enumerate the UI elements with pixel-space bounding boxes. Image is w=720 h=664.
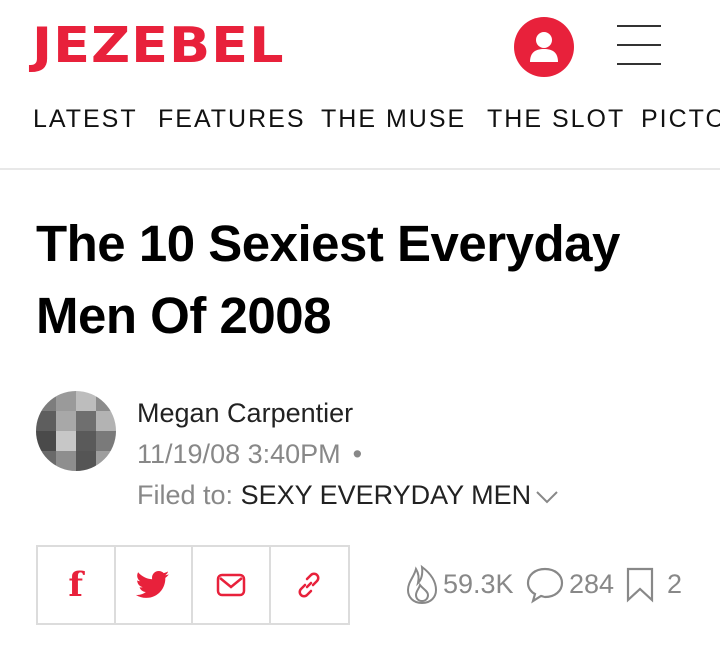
filed-tag-link[interactable]: SEXY EVERYDAY MEN: [241, 480, 532, 510]
nav-item-the-muse[interactable]: THE MUSE: [321, 104, 466, 134]
nav-item-features[interactable]: FEATURES: [158, 104, 306, 134]
article-title: The 10 Sexiest Everyday Men Of 2008: [36, 215, 620, 344]
menu-button[interactable]: [617, 25, 661, 69]
twitter-icon: [136, 571, 170, 598]
publish-datetime[interactable]: 11/19/08 3:40PM: [137, 439, 341, 469]
views-stat: 59.3K: [405, 562, 514, 606]
share-email-button[interactable]: [193, 547, 271, 623]
chevron-down-icon[interactable]: [535, 490, 559, 504]
hamburger-icon: [617, 25, 661, 27]
email-icon: [216, 573, 245, 597]
nav-item-the-slot[interactable]: THE SLOT: [487, 104, 625, 134]
avatar[interactable]: [36, 391, 116, 471]
saves-count: 2: [667, 568, 683, 599]
flame-icon: [406, 564, 438, 605]
comments-stat[interactable]: 284: [525, 562, 614, 606]
nav-item-picto[interactable]: PICTO: [641, 104, 720, 134]
site-logo[interactable]: JEZEBEL: [32, 10, 284, 82]
author-name[interactable]: Megan Carpentier: [137, 396, 353, 430]
link-icon: [298, 572, 320, 598]
account-button[interactable]: [514, 17, 574, 77]
views-count: 59.3K: [443, 568, 514, 599]
user-icon: [530, 32, 558, 62]
copy-link-button[interactable]: [271, 547, 348, 623]
share-bar: f: [36, 545, 350, 625]
saves-stat[interactable]: 2: [625, 562, 682, 606]
share-twitter-button[interactable]: [116, 547, 193, 623]
comment-icon: [526, 567, 564, 604]
comments-count: 284: [569, 568, 615, 599]
filed-to: Filed to: SEXY EVERYDAY MEN: [137, 478, 559, 512]
site-header: JEZEBEL LATEST FEATURES THE MUSE THE SLO…: [0, 0, 720, 170]
share-facebook-button[interactable]: f: [38, 547, 116, 623]
bookmark-icon: [626, 567, 654, 603]
publish-meta: 11/19/08 3:40PM •: [137, 437, 362, 471]
nav-item-latest[interactable]: LATEST: [33, 104, 138, 134]
facebook-icon: f: [68, 565, 84, 605]
filed-prefix: Filed to:: [137, 480, 234, 510]
meta-separator: •: [352, 439, 363, 469]
